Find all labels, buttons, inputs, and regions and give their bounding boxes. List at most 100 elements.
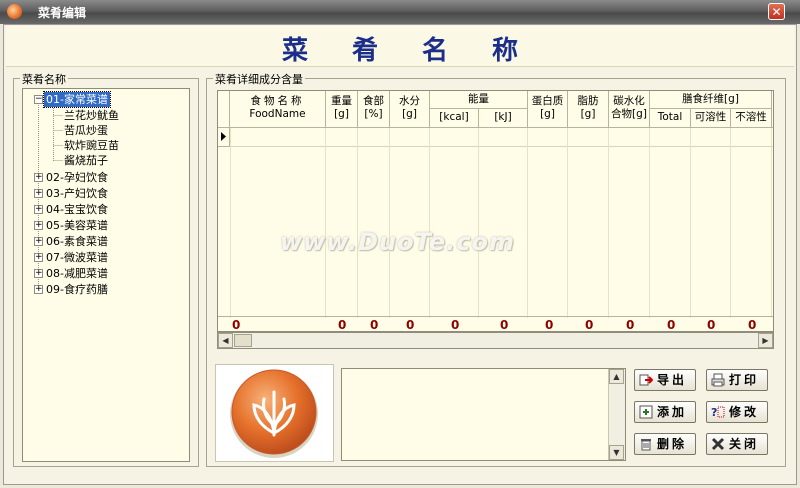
col-energy-kcal[interactable]: [kcal] (430, 109, 479, 128)
col-unit: [g] (334, 108, 349, 120)
add-label: 添加 (657, 405, 688, 419)
total-protein: 0 (545, 318, 554, 332)
app-icon (7, 4, 22, 19)
dish-image (215, 364, 334, 462)
add-icon (639, 405, 653, 419)
col-unit: [g] (580, 108, 596, 120)
total-kj: 0 (500, 318, 509, 332)
dish-tree[interactable]: − 01-家常菜谱 兰花炒鱿鱼 苦瓜炒蛋 软炸豌豆苗 酱烧茄子 + 02-孕妇饮… (22, 88, 190, 462)
col-label: 蛋白质 (531, 95, 564, 107)
tree-child-item[interactable]: 酱烧茄子 (64, 153, 108, 168)
expand-icon[interactable]: + (34, 189, 43, 198)
expand-icon[interactable]: + (34, 253, 43, 262)
col-label: FoodName (249, 108, 306, 120)
col-food-name[interactable]: 食物名称 FoodName (230, 91, 326, 128)
export-label: 导出 (657, 373, 688, 387)
col-overflow: . (772, 91, 773, 128)
notes-vertical-scrollbar[interactable]: ▲ ▼ (608, 369, 625, 460)
total-fiber: 0 (667, 318, 676, 332)
expand-icon[interactable]: + (34, 173, 43, 182)
total-carbohydrate: 0 (626, 318, 635, 332)
total-water: 0 (406, 318, 415, 332)
col-water[interactable]: 水分 [g] (390, 91, 430, 128)
close-icon (711, 437, 725, 451)
col-label: 碳水化 (613, 95, 645, 107)
leaf-logo-icon (230, 369, 318, 458)
tree-child-item[interactable]: 兰花炒鱿鱼 (64, 108, 119, 123)
row-indicator[interactable] (218, 128, 230, 147)
scroll-thumb[interactable] (234, 334, 252, 347)
scroll-left-icon[interactable]: ◀ (218, 333, 233, 348)
print-button[interactable]: 打印 (706, 369, 768, 391)
col-carbohydrate[interactable]: 碳水化 合物[g] (609, 91, 650, 128)
tree-item-label: 02-孕妇饮食 (46, 171, 108, 184)
expand-icon[interactable]: + (34, 237, 43, 246)
edit-label: 修改 (729, 405, 760, 419)
trash-icon (641, 439, 651, 451)
dish-editor-window: 菜肴编辑 ✕ 菜肴名称 菜肴名称 − 01-家常菜谱 兰花炒鱿鱼 苦瓜炒蛋 软炸… (0, 0, 800, 488)
total-edible: 0 (370, 318, 379, 332)
grid-horizontal-scrollbar[interactable]: ◀ ▶ (217, 332, 774, 349)
col-label: 合物[g] (611, 108, 647, 120)
export-icon (639, 374, 653, 386)
expand-icon[interactable]: + (34, 205, 43, 214)
title-bar[interactable]: 菜肴编辑 ✕ (0, 0, 800, 24)
total-kcal: 0 (451, 318, 460, 332)
tree-child-item[interactable]: 软炸豌豆苗 (64, 138, 119, 153)
ingredient-grid[interactable]: 食物名称 FoodName 重量 [g] 食部 [%] 水分 [g] 能量 [k… (217, 90, 774, 332)
col-edible[interactable]: 食部 [%] (358, 91, 390, 128)
current-row-arrow-icon (221, 132, 226, 141)
tree-child-item[interactable]: 苦瓜炒蛋 (64, 123, 108, 138)
expand-icon[interactable]: + (34, 221, 43, 230)
delete-label: 删除 (657, 437, 688, 451)
tree-item-label: 03-产妇饮食 (46, 187, 108, 200)
col-weight[interactable]: 重量 [g] (326, 91, 358, 128)
col-fat[interactable]: 脂肪 [g] (568, 91, 609, 128)
total-fiber-insoluble: 0 (748, 318, 757, 332)
tree-item-label: 07-微波菜谱 (46, 251, 108, 264)
collapse-icon[interactable]: − (34, 95, 43, 104)
col-fiber-soluble[interactable]: 可溶性 (691, 109, 731, 128)
col-fiber-group: 膳食纤维[g] (650, 91, 772, 109)
banner-title: 菜肴名称 (281, 36, 562, 66)
tree-item-label: 04-宝宝饮食 (46, 203, 108, 216)
tree-item-label: 08-减肥菜谱 (46, 267, 108, 280)
window-title: 菜肴编辑 (38, 6, 87, 20)
export-button[interactable]: 导出 (634, 369, 696, 391)
col-label: 水分 (399, 95, 420, 107)
scroll-up-icon[interactable]: ▲ (609, 369, 624, 384)
notes-textarea[interactable]: ▲ ▼ (341, 368, 626, 461)
col-unit: [g] (540, 108, 555, 120)
table-row[interactable] (230, 128, 773, 147)
scroll-right-icon[interactable]: ▶ (758, 333, 773, 348)
add-button[interactable]: 添加 (634, 401, 696, 423)
tree-item-label: 06-素食菜谱 (46, 235, 108, 248)
col-protein[interactable]: 蛋白质 [g] (528, 91, 568, 128)
col-label: 食部 (363, 95, 384, 107)
delete-button[interactable]: 删除 (634, 433, 696, 455)
watermark: www.DuoTe.com (280, 228, 515, 256)
total-weight: 0 (338, 318, 347, 332)
edit-icon: ? (711, 406, 725, 419)
tree-item-label: 05-美容菜谱 (46, 219, 108, 232)
col-energy-kj[interactable]: [kJ] (479, 109, 528, 128)
total-fat: 0 (585, 318, 594, 332)
banner: 菜肴名称 (6, 26, 794, 67)
col-label: 重量 (331, 95, 352, 107)
print-label: 打印 (729, 373, 760, 387)
expand-icon[interactable]: + (34, 269, 43, 278)
expand-icon[interactable]: + (34, 285, 43, 294)
col-unit: [g] (402, 108, 417, 120)
close-button[interactable]: 关闭 (706, 433, 768, 455)
svg-text:?: ? (711, 406, 717, 419)
col-fiber-total[interactable]: Total (650, 109, 691, 128)
detail-group-label: 菜肴详细成分含量 (213, 71, 305, 87)
edit-button[interactable]: ? 修改 (706, 401, 768, 423)
window-close-button[interactable]: ✕ (768, 3, 785, 20)
col-fiber-insoluble[interactable]: 不溶性 (731, 109, 772, 128)
scroll-down-icon[interactable]: ▼ (609, 445, 624, 460)
total-fiber-soluble: 0 (707, 318, 716, 332)
row-header-corner (218, 91, 230, 128)
dish-names-label: 菜肴名称 (20, 71, 68, 87)
tree-item-label: 09-食疗药膳 (46, 283, 108, 296)
